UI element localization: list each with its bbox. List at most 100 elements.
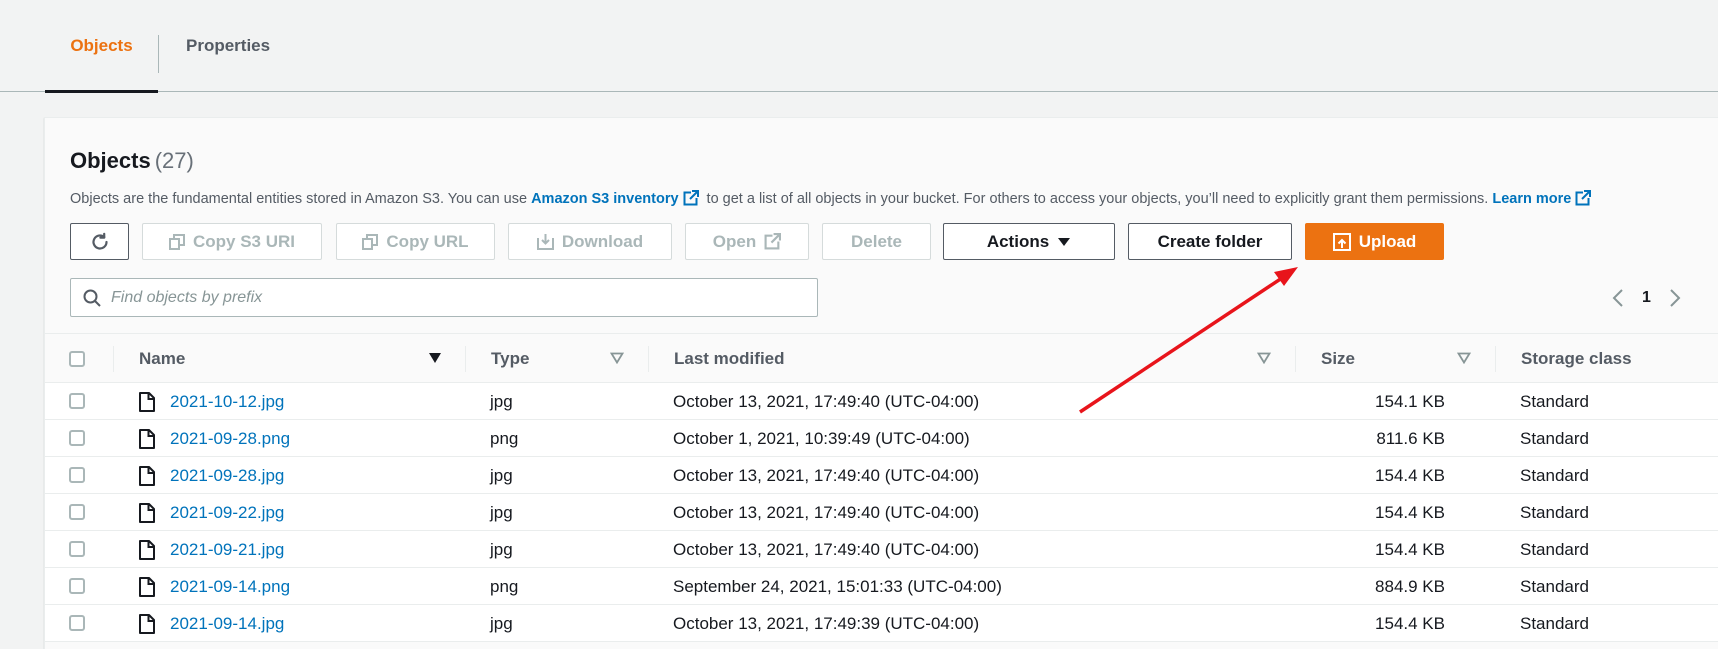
object-name-cell: 2021-09-14.png — [170, 568, 290, 605]
tab-properties-label: Properties — [186, 36, 271, 55]
next-page-icon[interactable] — [1669, 289, 1681, 307]
object-name-cell: 2021-09-28.jpg — [170, 457, 284, 494]
copy-icon — [168, 233, 185, 250]
learn-more-link[interactable]: Learn more — [1492, 191, 1571, 207]
actions-label: Actions — [986, 231, 1050, 251]
object-name-link[interactable]: 2021-09-28.jpg — [170, 466, 284, 486]
file-icon — [138, 466, 155, 491]
download-button[interactable]: Download — [508, 223, 672, 260]
external-link-icon[interactable] — [683, 190, 699, 206]
size-cell: 154.4 KB — [1375, 465, 1445, 485]
current-page-number[interactable]: 1 — [1642, 289, 1651, 307]
panel-title: Objects (27) — [70, 148, 194, 174]
select-all-checkbox[interactable] — [69, 351, 85, 367]
object-name-cell: 2021-10-12.jpg — [170, 383, 284, 420]
sort-descending-icon[interactable] — [428, 352, 442, 364]
object-name-link[interactable]: 2021-09-14.jpg — [170, 614, 284, 634]
object-type-cell: jpg — [490, 465, 513, 485]
open-button[interactable]: Open — [685, 223, 809, 260]
object-name-cell: 2021-09-28.png — [170, 420, 290, 457]
panel-description: Objects are the fundamental entities sto… — [70, 190, 1595, 207]
row-checkbox[interactable] — [69, 578, 85, 594]
object-name-link[interactable]: 2021-10-12.jpg — [170, 392, 284, 412]
external-link-icon — [764, 233, 782, 250]
row-checkbox[interactable] — [69, 504, 85, 520]
objects-panel: Objects (27) Objects are the fundamental … — [44, 117, 1718, 649]
last-modified-cell: September 24, 2021, 15:01:33 (UTC-04:00) — [673, 576, 1002, 596]
object-name-link[interactable]: 2021-09-28.png — [170, 429, 290, 449]
delete-button[interactable]: Delete — [822, 223, 931, 260]
row-checkbox[interactable] — [69, 467, 85, 483]
object-type-cell: jpg — [490, 539, 513, 559]
copy-s3-uri-button[interactable]: Copy S3 URI — [142, 223, 322, 260]
copy-url-button[interactable]: Copy URL — [336, 223, 495, 260]
description-middle: to get a list of all objects in your buc… — [702, 191, 1493, 207]
copy-icon — [362, 233, 379, 250]
copy-s3-uri-label: Copy S3 URI — [192, 231, 296, 251]
caret-down-icon — [1058, 237, 1071, 246]
size-cell: 154.4 KB — [1375, 613, 1445, 633]
create-folder-button[interactable]: Create folder — [1128, 223, 1292, 260]
table-row: 2021-09-14.jpg jpg October 13, 2021, 17:49… — [45, 605, 1718, 642]
actions-dropdown-button[interactable]: Actions — [943, 223, 1115, 260]
table-row: 2021-09-28.jpg jpg October 13, 2021, 17:49… — [45, 457, 1718, 494]
object-name-link[interactable]: 2021-09-22.jpg — [170, 503, 284, 523]
object-type-cell: jpg — [490, 502, 513, 522]
column-separator — [113, 346, 114, 372]
file-icon — [138, 429, 155, 454]
download-icon — [536, 234, 554, 250]
sort-icon[interactable] — [610, 352, 624, 364]
inventory-link[interactable]: Amazon S3 inventory — [531, 191, 678, 207]
upload-icon — [1332, 232, 1351, 251]
last-modified-cell: October 1, 2021, 10:39:49 (UTC-04:00) — [673, 428, 970, 448]
pagination: 1 — [1612, 283, 1712, 313]
objects-table: Name Type Last modified Size Storage cla… — [45, 333, 1718, 642]
column-header-size[interactable]: Size — [1321, 334, 1355, 384]
column-header-type[interactable]: Type — [491, 334, 529, 384]
file-icon — [138, 540, 155, 565]
object-type-cell: jpg — [490, 613, 513, 633]
column-header-last-modified[interactable]: Last modified — [674, 334, 785, 384]
upload-label: Upload — [1358, 231, 1417, 251]
previous-page-icon[interactable] — [1612, 289, 1624, 307]
storage-class-cell: Standard — [1520, 502, 1589, 522]
file-icon — [138, 614, 155, 639]
table-row: 2021-09-21.jpg jpg October 13, 2021, 17:49… — [45, 531, 1718, 568]
object-name-link[interactable]: 2021-09-21.jpg — [170, 540, 284, 560]
create-folder-label: Create folder — [1157, 231, 1263, 251]
tab-objects[interactable]: Objects — [45, 0, 158, 93]
storage-class-cell: Standard — [1520, 465, 1589, 485]
column-header-storage-class[interactable]: Storage class — [1521, 334, 1632, 384]
row-checkbox[interactable] — [69, 615, 85, 631]
last-modified-cell: October 13, 2021, 17:49:40 (UTC-04:00) — [673, 539, 980, 559]
column-separator — [465, 346, 466, 372]
column-header-name[interactable]: Name — [139, 334, 185, 384]
open-label: Open — [712, 231, 757, 251]
object-type-cell: png — [490, 428, 519, 448]
row-checkbox[interactable] — [69, 430, 85, 446]
last-modified-cell: October 13, 2021, 17:49:40 (UTC-04:00) — [673, 502, 980, 522]
tab-properties[interactable]: Properties — [186, 0, 270, 92]
object-name-link[interactable]: 2021-09-14.png — [170, 577, 290, 597]
tab-bar: Objects Properties — [0, 0, 1718, 93]
external-link-icon[interactable] — [1575, 190, 1592, 206]
tab-objects-label: Objects — [70, 36, 133, 55]
search-icon — [83, 289, 101, 307]
file-icon — [138, 577, 155, 602]
storage-class-cell: Standard — [1520, 539, 1589, 559]
file-icon — [138, 503, 155, 528]
storage-class-cell: Standard — [1520, 613, 1589, 633]
object-type-cell: jpg — [490, 391, 513, 411]
sort-icon[interactable] — [1457, 352, 1471, 364]
last-modified-cell: October 13, 2021, 17:49:39 (UTC-04:00) — [673, 613, 980, 633]
file-icon — [138, 392, 155, 417]
row-checkbox[interactable] — [69, 393, 85, 409]
refresh-button[interactable] — [70, 223, 129, 260]
row-checkbox[interactable] — [69, 541, 85, 557]
object-count: (27) — [154, 148, 194, 173]
table-row: 2021-09-28.png png October 1, 2021, 10:39:… — [45, 420, 1718, 457]
upload-button[interactable]: Upload — [1305, 223, 1444, 260]
search-input[interactable] — [111, 288, 791, 307]
table-header: Name Type Last modified Size Storage cla… — [45, 333, 1718, 383]
sort-icon[interactable] — [1257, 352, 1271, 364]
